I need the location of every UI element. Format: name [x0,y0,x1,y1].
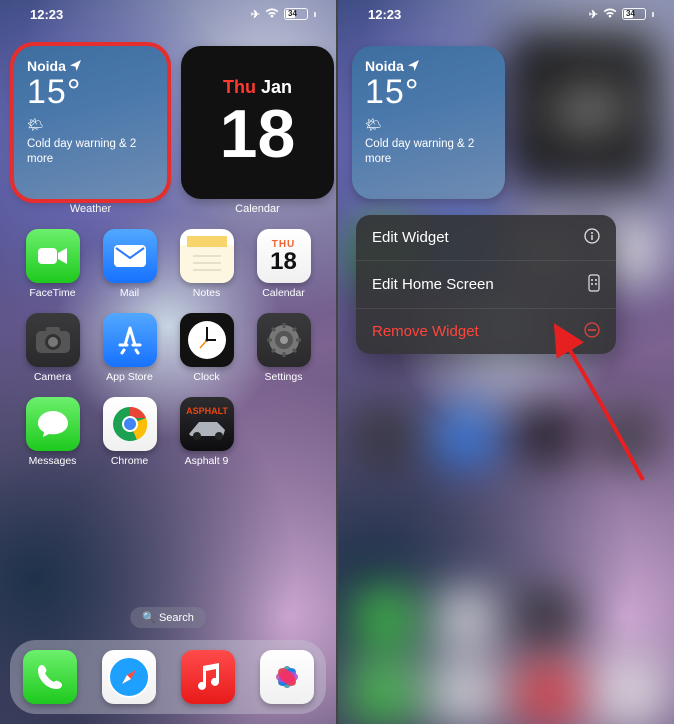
asphalt-icon: ASPHALT [180,397,234,451]
app-clock[interactable]: Clock [172,313,242,383]
weather-widget-label: Weather [14,203,167,215]
status-bar: 12:23 ✈︎ 34 [0,0,336,28]
mail-icon [103,229,157,283]
dock-safari[interactable] [102,650,156,704]
status-time: 12:23 [368,7,401,22]
screenshot-left: 12:23 ✈︎ 34 Noida 15° 🌤 [0,0,336,724]
calendar-day: Thu Jan [223,77,292,98]
app-asphalt9[interactable]: ASPHALT Asphalt 9 [172,397,242,467]
weather-widget[interactable]: Noida 15° 🌤 Cold day warning & 2 more [352,46,505,199]
facetime-icon [26,229,80,283]
clock-icon [180,313,234,367]
wifi-icon [265,8,279,21]
airplane-mode-icon: ✈︎ [251,8,260,21]
location-arrow-icon [408,58,419,74]
wifi-icon [603,8,617,21]
weather-widget[interactable]: Noida 15° 🌤 Cold day warning & 2 more [14,46,167,199]
dock-music[interactable] [181,650,235,704]
app-camera[interactable]: Camera [18,313,88,383]
app-chrome[interactable]: Chrome [95,397,165,467]
weather-condition-icon: 🌤 [365,117,495,133]
weather-temp: 15° [365,74,495,111]
home-screen-icon [588,274,600,295]
battery-icon: 34 [622,8,646,20]
messages-icon [26,397,80,451]
svg-text:ASPHALT: ASPHALT [186,406,228,416]
status-icons: ✈︎ 34 [251,8,316,21]
ctx-remove-widget[interactable]: Remove Widget [356,309,616,354]
app-messages[interactable]: Messages [18,397,88,467]
search-pill[interactable]: 🔍 Search [130,607,206,628]
weather-temp: 15° [27,74,157,111]
context-menu: Edit Widget Edit Home Screen Remove Widg… [356,215,616,354]
battery-icon: 34 [284,8,308,20]
calendar-widget[interactable]: Thu Jan 18 [181,46,334,199]
airplane-mode-icon: ✈︎ [589,8,598,21]
screenshot-right: 18 12:23 ✈︎ 34 Noida [338,0,674,724]
dock [10,640,326,714]
app-appstore[interactable]: App Store [95,313,165,383]
info-icon [584,228,600,247]
app-notes[interactable]: Notes [172,229,242,299]
calendar-widget-label: Calendar [181,203,334,215]
app-mail[interactable]: Mail [95,229,165,299]
app-grid: FaceTime Mail Notes THU 18 Calendar [0,215,336,467]
ctx-edit-home[interactable]: Edit Home Screen [356,261,616,309]
notes-icon [180,229,234,283]
remove-icon [584,322,600,341]
ctx-edit-widget[interactable]: Edit Widget [356,215,616,261]
camera-icon [26,313,80,367]
app-facetime[interactable]: FaceTime [18,229,88,299]
dock-phone[interactable] [23,650,77,704]
weather-location: Noida [365,58,404,74]
settings-icon [257,313,311,367]
status-icons: ✈︎ 34 [589,8,654,21]
location-arrow-icon [70,58,81,74]
chrome-icon [103,397,157,451]
weather-condition-icon: 🌤 [27,117,157,133]
calendar-date: 18 [220,100,296,168]
weather-warning: Cold day warning & 2 more [27,137,157,167]
dock-photos[interactable] [260,650,314,704]
weather-warning: Cold day warning & 2 more [365,137,495,167]
status-time: 12:23 [30,7,63,22]
status-bar: 12:23 ✈︎ 34 [338,0,674,28]
appstore-icon [103,313,157,367]
search-icon: 🔍 [142,612,156,624]
calendar-icon: THU 18 [257,229,311,283]
weather-location: Noida [27,58,66,74]
app-settings[interactable]: Settings [249,313,319,383]
app-calendar[interactable]: THU 18 Calendar [249,229,319,299]
